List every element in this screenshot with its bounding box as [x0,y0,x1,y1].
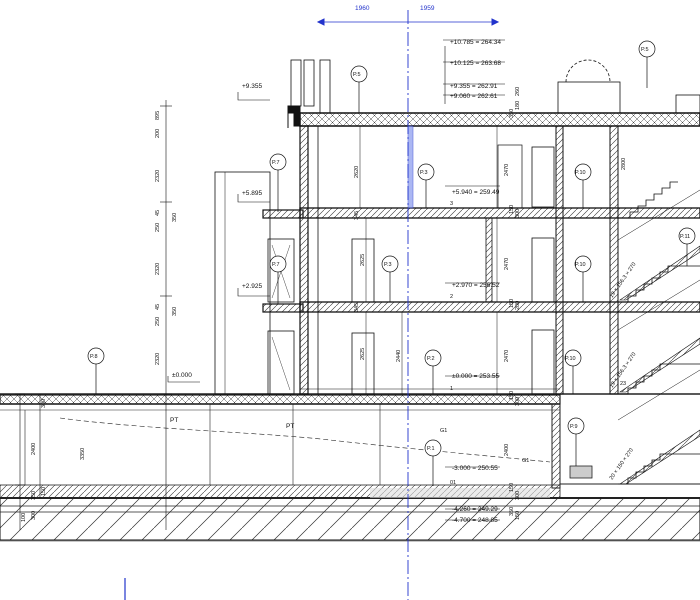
svg-text:3350: 3350 [80,448,86,460]
svg-text:350: 350 [31,491,37,500]
svg-text:P.10: P.10 [565,356,576,362]
floor-mark-2: 2 [450,294,453,300]
elev-5: +5.940 = 259.49 [452,189,500,196]
svg-text:P.2: P.2 [427,356,435,362]
axis-dim-right: 1959 [420,5,435,12]
svg-text:2400: 2400 [504,444,510,456]
elev-9: -4.260 = 249.29 [452,506,498,513]
svg-text:150: 150 [41,487,47,496]
svg-text:P.11: P.11 [680,234,690,240]
svg-text:350: 350 [172,213,178,222]
svg-text:P.10: P.10 [575,170,586,176]
svg-text:300: 300 [515,397,521,406]
elev-10: -4.700 = 248.85 [452,517,498,524]
section-drawing: 1960 1959 +10.785 = 264.34 +10.125 = 263… [0,5,700,600]
svg-text:2470: 2470 [504,164,510,176]
svg-text:P.7: P.7 [272,160,280,166]
svg-text:P.7: P.7 [272,262,280,268]
svg-text:180: 180 [515,101,521,110]
svg-text:2320: 2320 [155,353,161,365]
svg-text:260: 260 [515,87,521,96]
svg-text:300: 300 [515,209,521,218]
svg-text:P.3: P.3 [420,170,428,176]
svg-text:350: 350 [172,307,178,316]
left-level-1: +9.355 [242,83,262,90]
floor-mark-23: 23 [620,381,626,387]
elev-3: +9.355 = 262.91 [450,83,498,90]
g1-label-2: G1 [522,458,529,464]
svg-text:250: 250 [155,223,161,232]
svg-text:2440: 2440 [396,350,402,362]
svg-text:P.8: P.8 [90,354,98,360]
svg-text:2400: 2400 [31,443,37,455]
ground-section [0,484,700,542]
left-dim-chain [15,100,172,530]
svg-text:2800: 2800 [621,158,627,170]
basement [0,393,700,489]
left-level-4: ±0.000 [172,372,192,379]
floor-mark-01: 01 [450,480,456,486]
svg-text:45: 45 [155,210,161,216]
svg-text:300: 300 [31,511,37,520]
staircase [617,181,700,485]
g1-label-1: G1 [440,428,447,434]
elev-6: +2.970 = 256.52 [452,282,500,289]
svg-text:200: 200 [515,301,521,310]
svg-text:2625: 2625 [360,348,366,360]
svg-text:100: 100 [21,513,27,522]
svg-text:300: 300 [41,399,47,408]
left-level-3: +2.925 [242,283,262,290]
svg-text:P.9: P.9 [570,424,578,430]
floor-mark-3: 3 [450,201,453,207]
roof-dome [557,59,700,114]
elev-8: -3.000 = 250.55 [452,465,498,472]
svg-text:P.3: P.3 [384,262,392,268]
svg-text:2625: 2625 [360,254,366,266]
floor-mark-1: 1 [450,386,453,392]
svg-text:2620: 2620 [354,166,360,178]
svg-text:895: 895 [155,111,161,120]
elev-7: ±0.000 = 253.55 [452,373,500,380]
svg-text:P.1: P.1 [427,446,435,452]
svg-text:P.5: P.5 [641,47,649,53]
elevation-markers [443,39,505,521]
left-level-markers [167,92,270,383]
axis-dim-left: 1960 [355,5,370,12]
walls [214,59,619,395]
svg-text:P.5: P.5 [353,72,361,78]
svg-text:150: 150 [509,483,515,492]
svg-text:250: 250 [155,317,161,326]
svg-text:345: 345 [354,211,360,220]
svg-text:2320: 2320 [155,263,161,275]
room-tag-labels: P.5 P.5 P.7 P.7 P.3 P.3 P.10 P.10 P.2 P.… [90,47,690,452]
svg-text:2470: 2470 [504,350,510,362]
elev-1: +10.785 = 264.34 [450,39,501,46]
svg-text:45: 45 [155,304,161,310]
elev-2: +10.125 = 263.68 [450,60,501,67]
svg-text:300: 300 [515,491,521,500]
left-dim-labels: 200 895 2320 250 45 350 2320 250 45 350 … [21,111,178,522]
svg-text:150: 150 [515,511,521,520]
svg-text:2470: 2470 [504,258,510,270]
svg-text:345: 345 [354,303,360,312]
elev-4: +9.060 = 262.61 [450,93,498,100]
pt-label-2: PT [286,423,294,430]
right-dim-labels: 350 180 260 150 300 150 200 150 300 150 … [509,87,521,520]
left-level-2: +5.895 [242,190,262,197]
svg-text:200: 200 [155,129,161,138]
stair-label-3: 20 × 150 × 270 [609,447,635,481]
svg-text:P.10: P.10 [575,262,586,268]
pt-label-1: PT [170,417,178,424]
svg-text:2320: 2320 [155,170,161,182]
